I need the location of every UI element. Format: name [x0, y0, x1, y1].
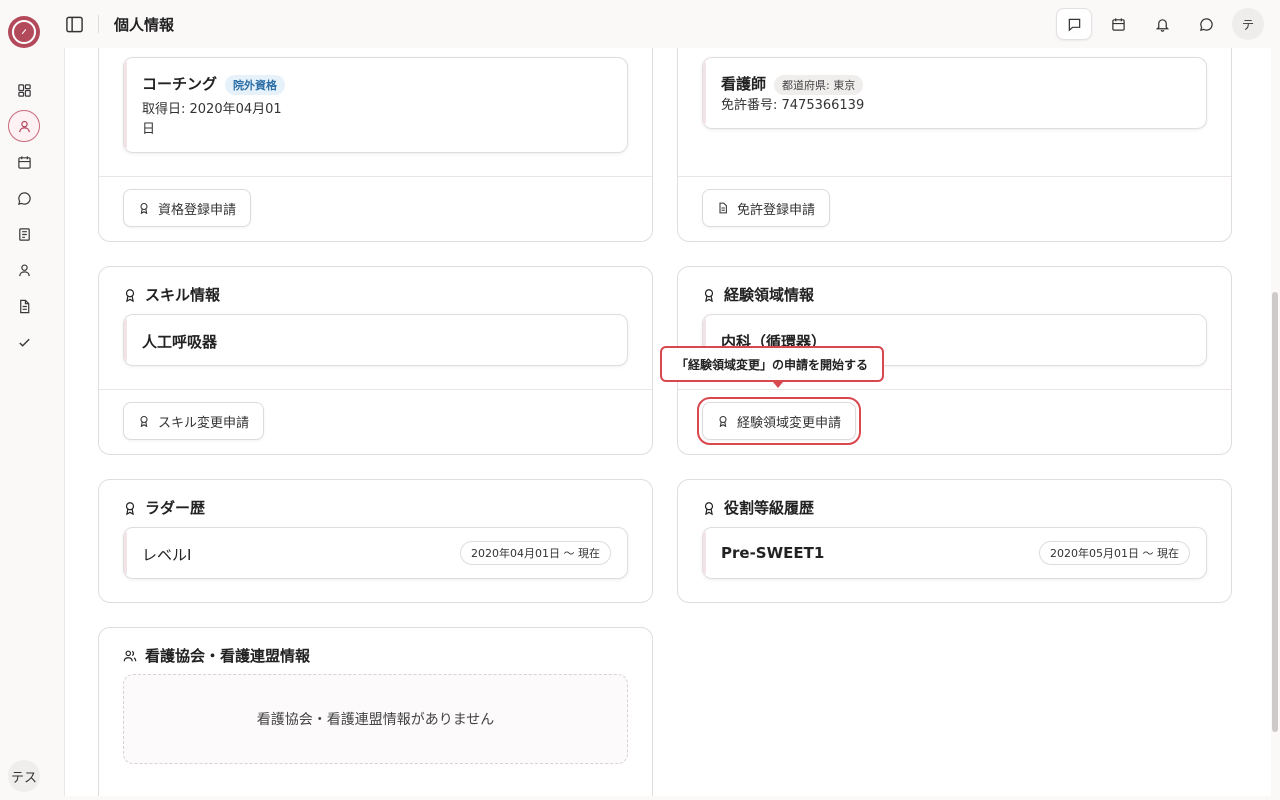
association-card: 看護協会・看護連盟情報 看護協会・看護連盟情報がありません [98, 627, 653, 796]
users-icon [123, 650, 137, 661]
license-register-button[interactable]: 免許登録申請 [702, 189, 831, 227]
award-icon [704, 501, 714, 515]
role-date: 2020年05月01日 〜 現在 [1039, 541, 1190, 565]
license-card-footer: 免許登録申請 [678, 176, 1231, 241]
ladder-card-title: ラダー歴 [123, 497, 205, 518]
message-square-icon[interactable] [1056, 8, 1092, 40]
qualification-badge: 院外資格 [225, 74, 286, 95]
skill-item: 人工呼吸器 [123, 314, 628, 366]
award-icon [125, 288, 135, 302]
qualification-date: 取得日: 2020年04月01 日 [142, 102, 282, 137]
app-logo[interactable] [8, 16, 40, 48]
association-card-title: 看護協会・看護連盟情報 [123, 645, 310, 666]
association-empty-state: 看護協会・看護連盟情報がありません [123, 674, 628, 764]
license-badge: 都道府県: 東京 [774, 74, 864, 95]
main-content: コーチング 院外資格 取得日: 2020年04月01 日 資格登録申請 看護師 都道府… [64, 48, 1271, 796]
header-avatar[interactable]: テ [1232, 8, 1264, 40]
role-card: 役割等級履歴 Pre-SWEET1 2020年05月01日 〜 現在 [677, 479, 1232, 603]
ladder-item: レベルⅠ 2020年04月01日 〜 現在 [123, 527, 628, 579]
skill-card-footer: スキル変更申請 [99, 389, 652, 454]
chat-bubble-icon[interactable] [1188, 8, 1224, 40]
sidebar-toggle-icon[interactable] [62, 12, 86, 36]
tooltip-arrow [773, 382, 783, 388]
qualification-name: コーチング 院外資格 [142, 73, 286, 95]
award-icon [140, 202, 148, 214]
book-icon[interactable] [12, 222, 36, 246]
qualification-item: コーチング 院外資格 取得日: 2020年04月01 日 [123, 57, 628, 153]
experience-card-footer: 経験領域変更申請 [678, 389, 1231, 454]
experience-change-button[interactable]: 経験領域変更申請 [696, 397, 862, 445]
skill-name: 人工呼吸器 [142, 333, 218, 351]
bell-icon[interactable] [1144, 8, 1180, 40]
license-card: 看護師 都道府県: 東京 免許番号: 7475366139 免許登録申請 [677, 48, 1232, 242]
document-icon[interactable] [12, 294, 36, 318]
role-name: Pre-SWEET1 [721, 544, 825, 562]
tooltip: 「経験領域変更」の申請を開始する [660, 346, 885, 382]
calendar-icon[interactable] [1100, 8, 1136, 40]
skill-card: スキル情報 人工呼吸器 スキル変更申請 [98, 266, 653, 455]
ladder-date: 2020年04月01日 〜 現在 [460, 541, 611, 565]
license-name: 看護師 都道府県: 東京 [721, 73, 864, 95]
role-card-title: 役割等級履歴 [702, 497, 814, 518]
sidebar-rail: テス [0, 0, 48, 800]
check-icon[interactable] [12, 330, 36, 354]
ladder-name: レベルⅠ [142, 546, 192, 564]
user-avatar[interactable]: テス [8, 760, 40, 792]
person-icon[interactable] [12, 258, 36, 282]
skill-card-title: スキル情報 [123, 284, 220, 305]
role-item: Pre-SWEET1 2020年05月01日 〜 現在 [702, 527, 1207, 579]
file-text-icon [719, 202, 727, 214]
license-number: 免許番号: 7475366139 [721, 98, 865, 113]
scrollbar-thumb[interactable] [1272, 292, 1278, 732]
skill-change-button[interactable]: スキル変更申請 [123, 402, 265, 440]
chat-icon[interactable] [12, 186, 36, 210]
calendar-icon[interactable] [12, 150, 36, 174]
dashboard-icon[interactable] [12, 78, 36, 102]
qualification-card-footer: 資格登録申請 [99, 176, 652, 241]
award-icon [125, 501, 135, 515]
award-icon [719, 415, 727, 427]
experience-card-title: 経験領域情報 [702, 284, 814, 305]
ladder-card: ラダー歴 レベルⅠ 2020年04月01日 〜 現在 [98, 479, 653, 603]
qualification-register-button[interactable]: 資格登録申請 [123, 189, 252, 227]
user-icon[interactable] [8, 110, 40, 142]
header-divider [98, 15, 99, 33]
top-header: 個人情報 テ [48, 0, 1280, 48]
license-item: 看護師 都道府県: 東京 免許番号: 7475366139 [702, 57, 1207, 129]
page-title: 個人情報 [114, 15, 175, 34]
award-icon [704, 288, 714, 302]
award-icon [140, 415, 148, 427]
qualification-card: コーチング 院外資格 取得日: 2020年04月01 日 資格登録申請 [98, 48, 653, 242]
